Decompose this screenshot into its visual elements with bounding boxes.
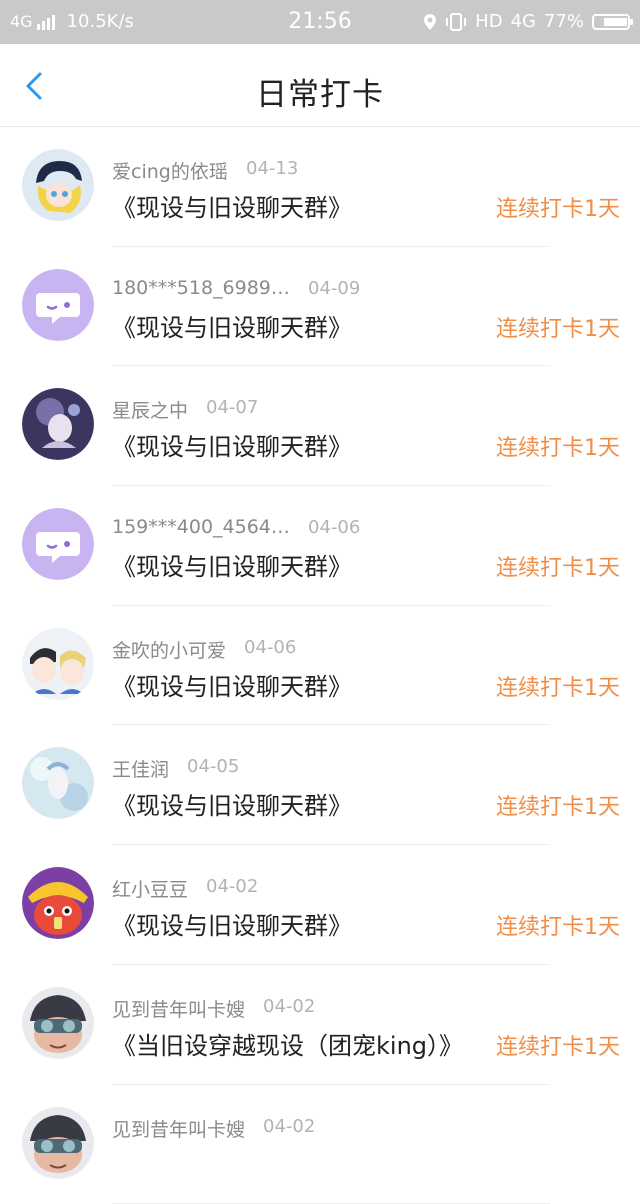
checkin-row[interactable]: 180***518_6989… 04-09 《现设与旧设聊天群》 连续打卡1天 xyxy=(0,247,640,367)
battery-percent: 77% xyxy=(544,11,584,32)
checkin-date: 04-02 xyxy=(206,876,258,897)
checkin-row[interactable]: 星辰之中 04-07 《现设与旧设聊天群》 连续打卡1天 xyxy=(0,366,640,486)
user-name[interactable]: 见到昔年叫卡嫂 xyxy=(112,1115,245,1142)
user-name[interactable]: 星辰之中 xyxy=(112,396,188,423)
avatar[interactable] xyxy=(22,867,94,939)
checkin-date: 04-07 xyxy=(206,397,258,418)
checkin-row[interactable]: 爱cing的依瑶 04-13 《现设与旧设聊天群》 连续打卡1天 xyxy=(0,127,640,247)
network-type-right: 4G xyxy=(511,11,536,32)
user-name[interactable]: 见到昔年叫卡嫂 xyxy=(112,995,245,1022)
streak-label: 连续打卡1天 xyxy=(496,550,620,582)
checkin-date: 04-05 xyxy=(187,756,239,777)
user-name[interactable]: 王佳润 xyxy=(112,755,169,782)
avatar[interactable] xyxy=(22,149,94,221)
group-name: 《现设与旧设聊天群》 xyxy=(112,906,352,941)
user-name[interactable]: 红小豆豆 xyxy=(112,875,188,902)
streak-label: 连续打卡1天 xyxy=(496,191,620,223)
streak-label: 连续打卡1天 xyxy=(496,1029,620,1061)
checkin-row[interactable]: 159***400_4564… 04-06 《现设与旧设聊天群》 连续打卡1天 xyxy=(0,486,640,606)
hd-indicator: HD xyxy=(475,11,502,32)
checkin-list: 爱cing的依瑶04-13《现设与旧设聊天群》连续打卡1天180***518_6… xyxy=(0,127,640,1204)
page-title: 日常打卡 xyxy=(0,69,640,114)
streak-label: 连续打卡1天 xyxy=(496,909,620,941)
battery-fill xyxy=(604,18,627,26)
avatar[interactable] xyxy=(22,628,94,700)
user-name[interactable]: 爱cing的依瑶 xyxy=(112,157,228,184)
nav-bar: 日常打卡 xyxy=(0,44,640,127)
checkin-row[interactable]: 王佳润 04-05 《现设与旧设聊天群》 连续打卡1天 xyxy=(0,725,640,845)
streak-label: 连续打卡1天 xyxy=(496,311,620,343)
checkin-date: 04-02 xyxy=(263,1116,315,1137)
checkin-row[interactable]: 金吹的小可爱 04-06 《现设与旧设聊天群》 连续打卡1天 xyxy=(0,606,640,726)
checkin-date: 04-02 xyxy=(263,996,315,1017)
group-name: 《现设与旧设聊天群》 xyxy=(112,188,352,223)
group-name: 《当旧设穿越现设（团宠king）》 xyxy=(112,1026,463,1061)
streak-label: 连续打卡1天 xyxy=(496,789,620,821)
checkin-row[interactable]: 见到昔年叫卡嫂 04-02 xyxy=(0,1085,640,1204)
group-name: 《现设与旧设聊天群》 xyxy=(112,427,352,462)
location-icon xyxy=(423,13,437,31)
vibrate-icon xyxy=(445,13,467,31)
avatar[interactable] xyxy=(22,269,94,341)
avatar[interactable] xyxy=(22,747,94,819)
user-name[interactable]: 金吹的小可爱 xyxy=(112,636,226,663)
streak-label: 连续打卡1天 xyxy=(496,430,620,462)
streak-label: 连续打卡1天 xyxy=(496,670,620,702)
group-name: 《现设与旧设聊天群》 xyxy=(112,667,352,702)
avatar[interactable] xyxy=(22,1107,94,1179)
user-name[interactable]: 180***518_6989… xyxy=(112,277,290,299)
checkin-date: 04-06 xyxy=(308,517,360,538)
avatar[interactable] xyxy=(22,987,94,1059)
avatar[interactable] xyxy=(22,508,94,580)
checkin-row[interactable]: 见到昔年叫卡嫂 04-02 《当旧设穿越现设（团宠king）》 连续打卡1天 xyxy=(0,965,640,1085)
group-name: 《现设与旧设聊天群》 xyxy=(112,308,352,343)
user-name[interactable]: 159***400_4564… xyxy=(112,516,290,538)
checkin-date: 04-06 xyxy=(244,637,296,658)
checkin-date: 04-09 xyxy=(308,278,360,299)
group-name: 《现设与旧设聊天群》 xyxy=(112,547,352,582)
status-bar: 4G 10.5K/s 21:56 HD 4G 77% xyxy=(0,0,640,44)
group-name: 《现设与旧设聊天群》 xyxy=(112,786,352,821)
checkin-date: 04-13 xyxy=(246,158,298,179)
status-right: HD 4G 77% xyxy=(423,11,630,32)
battery-icon xyxy=(592,14,630,30)
avatar[interactable] xyxy=(22,388,94,460)
checkin-row[interactable]: 红小豆豆 04-02 《现设与旧设聊天群》 连续打卡1天 xyxy=(0,845,640,965)
